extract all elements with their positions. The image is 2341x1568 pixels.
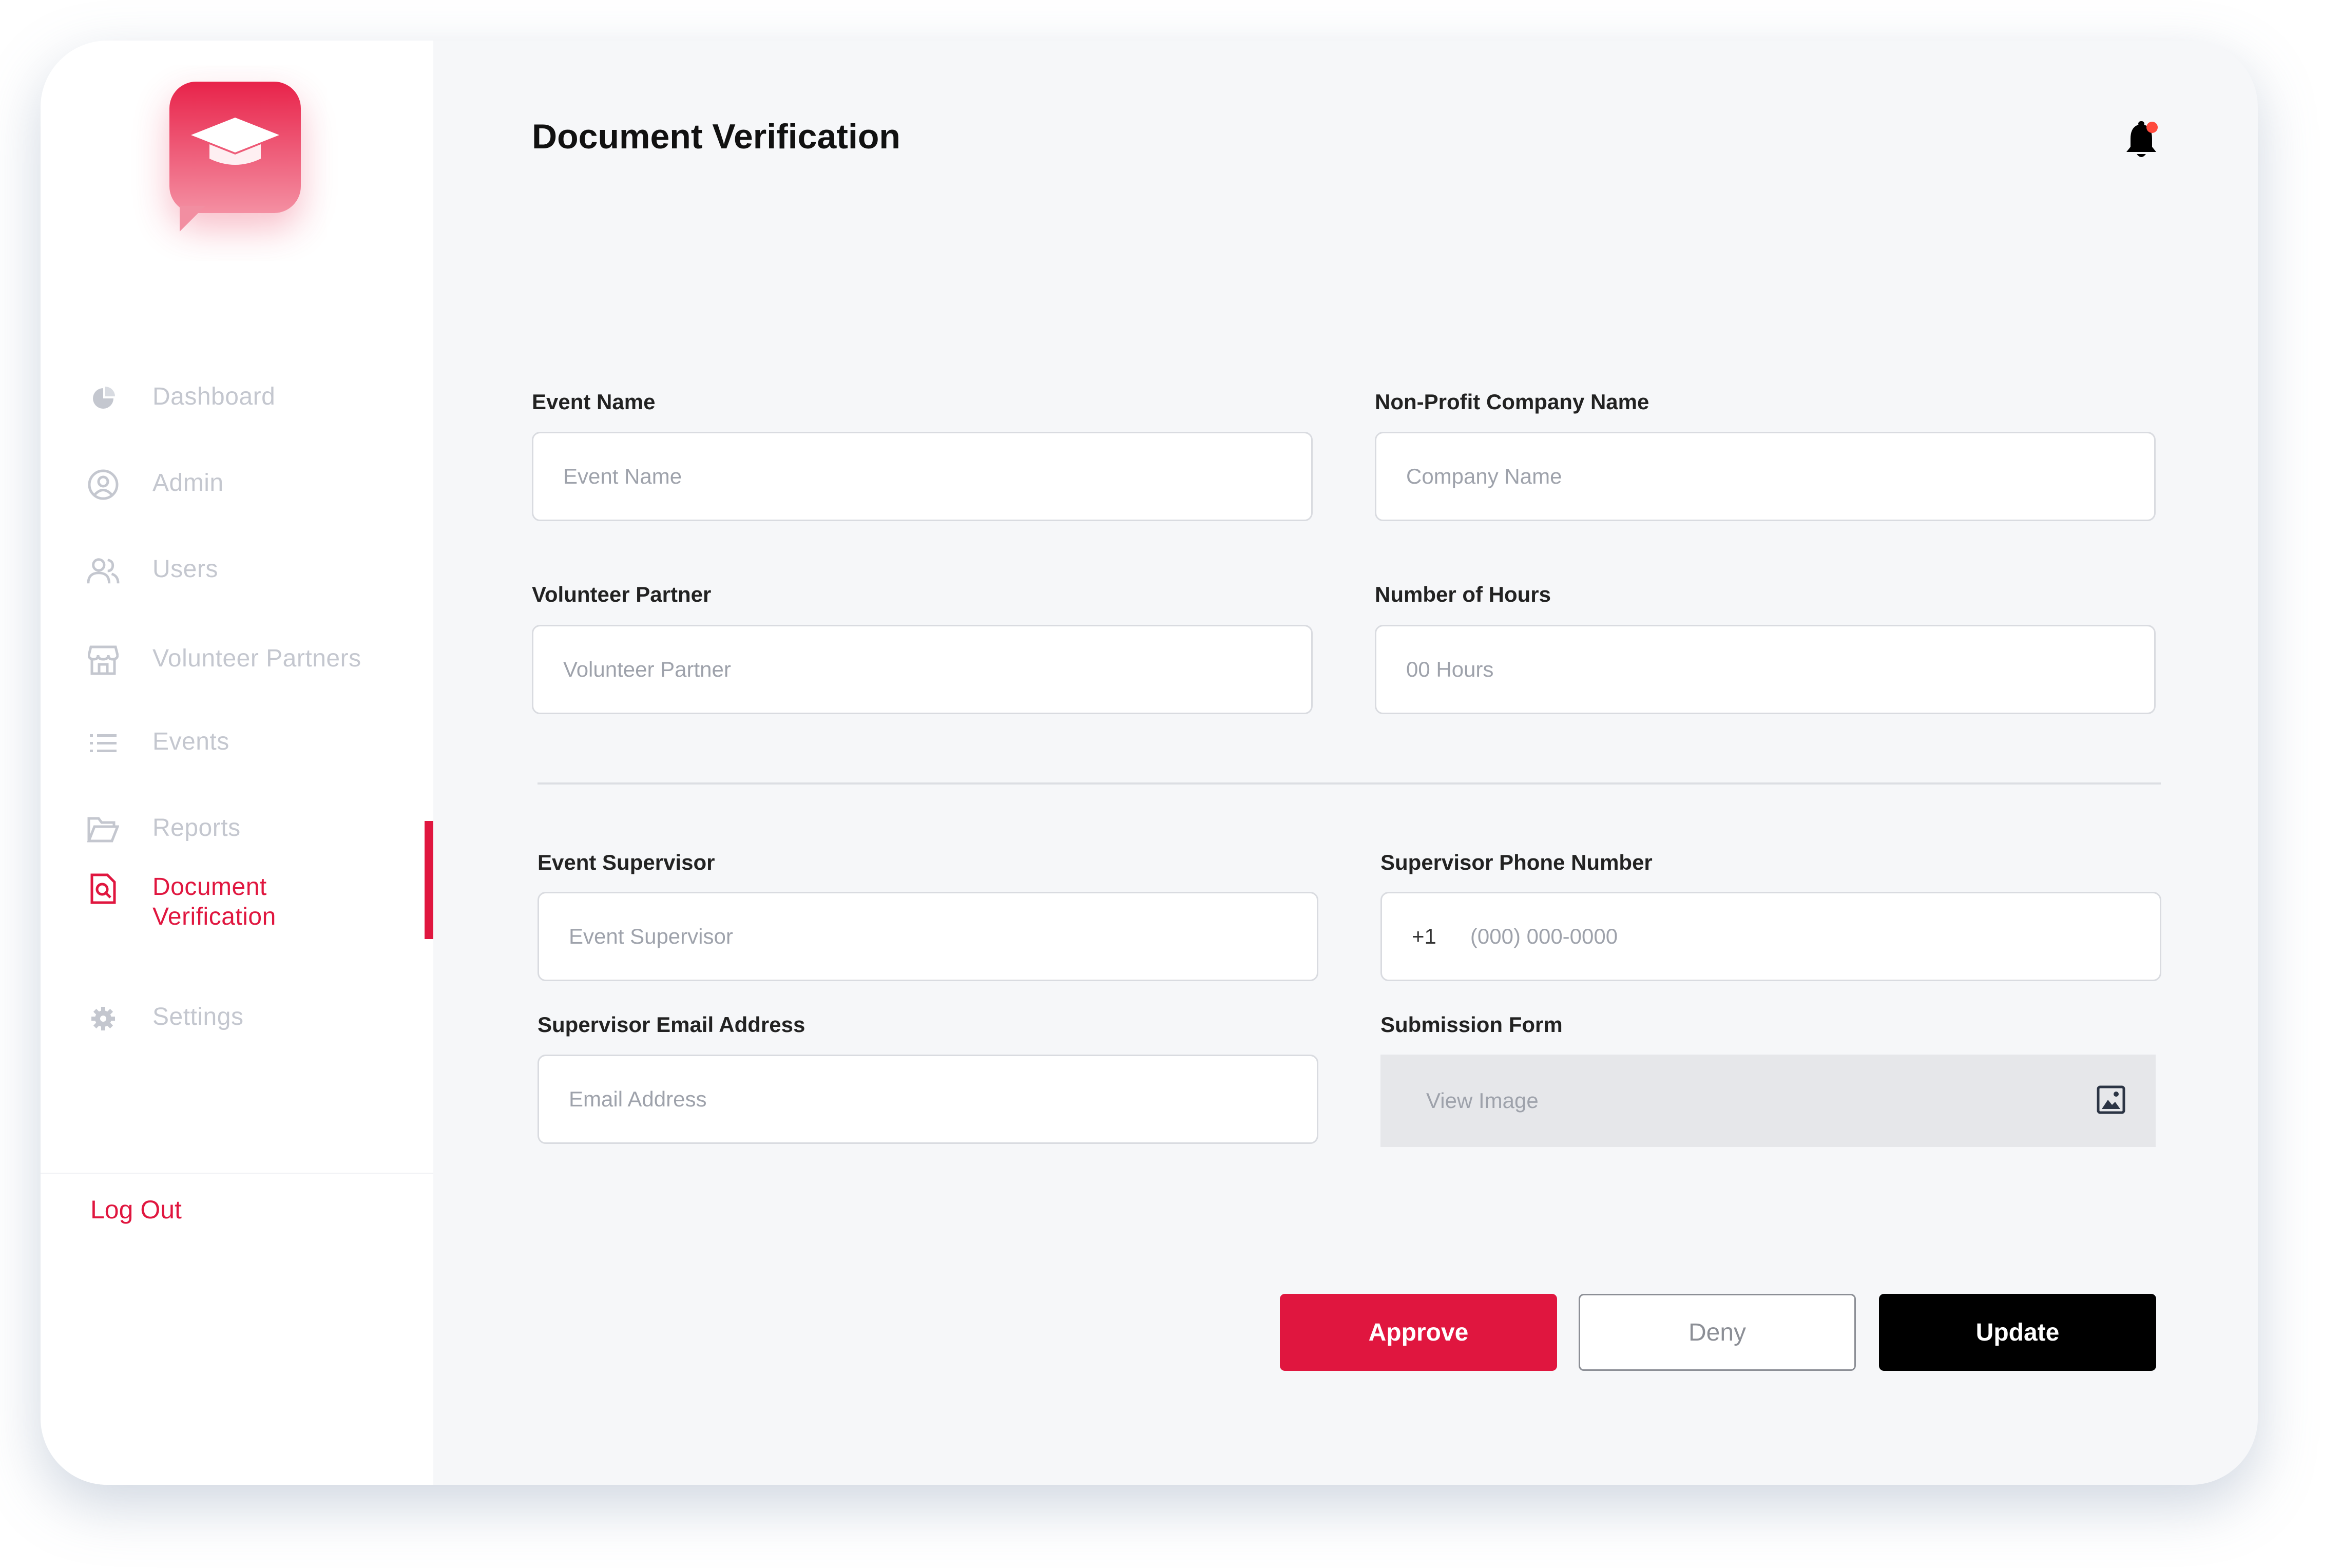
approve-button[interactable]: Approve — [1280, 1294, 1557, 1371]
supervisor-phone-placeholder: (000) 000-0000 — [1470, 924, 1618, 948]
company-name-placeholder: Company Name — [1406, 464, 1562, 488]
sidebar-item-reports[interactable]: Reports — [87, 813, 241, 846]
update-button[interactable]: Update — [1879, 1294, 2156, 1371]
hours-label: Number of Hours — [1375, 582, 1551, 606]
sidebar-item-settings[interactable]: Settings — [87, 1002, 243, 1035]
supervisor-phone-label: Supervisor Phone Number — [1380, 850, 1653, 874]
document-search-icon — [87, 872, 120, 905]
users-icon — [87, 554, 120, 587]
sidebar-item-label: Admin — [152, 469, 224, 496]
image-icon[interactable] — [2097, 1085, 2125, 1119]
sidebar-item-label: Users — [152, 556, 218, 583]
event-name-input[interactable]: Event Name — [532, 432, 1313, 521]
hours-input[interactable]: 00 Hours — [1375, 625, 2156, 714]
volunteer-partner-input[interactable]: Volunteer Partner — [532, 625, 1313, 714]
view-image-field[interactable]: View Image — [1380, 1055, 2156, 1147]
country-code: +1 — [1412, 924, 1436, 948]
gear-icon — [87, 1002, 120, 1035]
volunteer-partner-placeholder: Volunteer Partner — [563, 657, 731, 681]
section-divider — [538, 782, 2161, 785]
sidebar-item-label: Dashboard — [152, 383, 276, 410]
sidebar-item-label: Events — [152, 728, 229, 755]
sidebar-item-admin[interactable]: Admin — [87, 468, 224, 501]
app-window: Dashboard Admin Users Volunteer Partners — [41, 41, 2258, 1485]
pie-chart-icon — [87, 382, 120, 415]
supervisor-email-input[interactable]: Email Address — [538, 1055, 1318, 1144]
sidebar-item-label: Reports — [152, 814, 241, 842]
sidebar-item-document-verification[interactable]: Document Verification — [87, 872, 276, 932]
event-name-placeholder: Event Name — [563, 464, 682, 488]
sidebar-item-volunteer-partners[interactable]: Volunteer Partners — [87, 644, 361, 677]
company-name-label: Non-Profit Company Name — [1375, 390, 1649, 414]
submission-form-label: Submission Form — [1380, 1012, 1563, 1037]
event-name-label: Event Name — [532, 390, 656, 414]
supervisor-email-label: Supervisor Email Address — [538, 1012, 805, 1037]
app-logo — [169, 82, 301, 232]
page-title: Document Verification — [532, 117, 900, 156]
supervisor-email-placeholder: Email Address — [569, 1087, 707, 1111]
supervisor-phone-input[interactable]: +1 (000) 000-0000 — [1380, 892, 2161, 981]
active-indicator — [425, 821, 433, 939]
storefront-icon — [87, 644, 120, 677]
sidebar-item-label: Settings — [152, 1003, 244, 1030]
sidebar-divider — [41, 1173, 433, 1174]
hours-placeholder: 00 Hours — [1406, 657, 1494, 681]
user-circle-icon — [87, 468, 120, 501]
sidebar-item-events[interactable]: Events — [87, 727, 229, 760]
folder-icon — [87, 813, 120, 846]
sidebar-item-label: Volunteer Partners — [152, 645, 361, 672]
list-icon — [87, 727, 120, 760]
notification-button[interactable] — [2123, 120, 2159, 160]
logout-link[interactable]: Log Out — [90, 1195, 182, 1225]
supervisor-label: Event Supervisor — [538, 850, 715, 874]
company-name-input[interactable]: Company Name — [1375, 432, 2156, 521]
volunteer-partner-label: Volunteer Partner — [532, 582, 712, 606]
supervisor-placeholder: Event Supervisor — [569, 924, 733, 948]
bell-icon — [2126, 121, 2158, 157]
notification-dot — [2146, 122, 2158, 133]
sidebar-item-label: Document Verification — [152, 873, 276, 930]
supervisor-input[interactable]: Event Supervisor — [538, 892, 1318, 981]
sidebar: Dashboard Admin Users Volunteer Partners — [41, 41, 433, 1485]
view-image-text: View Image — [1426, 1088, 1539, 1113]
sidebar-item-dashboard[interactable]: Dashboard — [87, 382, 275, 415]
sidebar-item-users[interactable]: Users — [87, 554, 218, 587]
graduation-cap-icon — [191, 118, 279, 165]
deny-button[interactable]: Deny — [1579, 1294, 1856, 1371]
